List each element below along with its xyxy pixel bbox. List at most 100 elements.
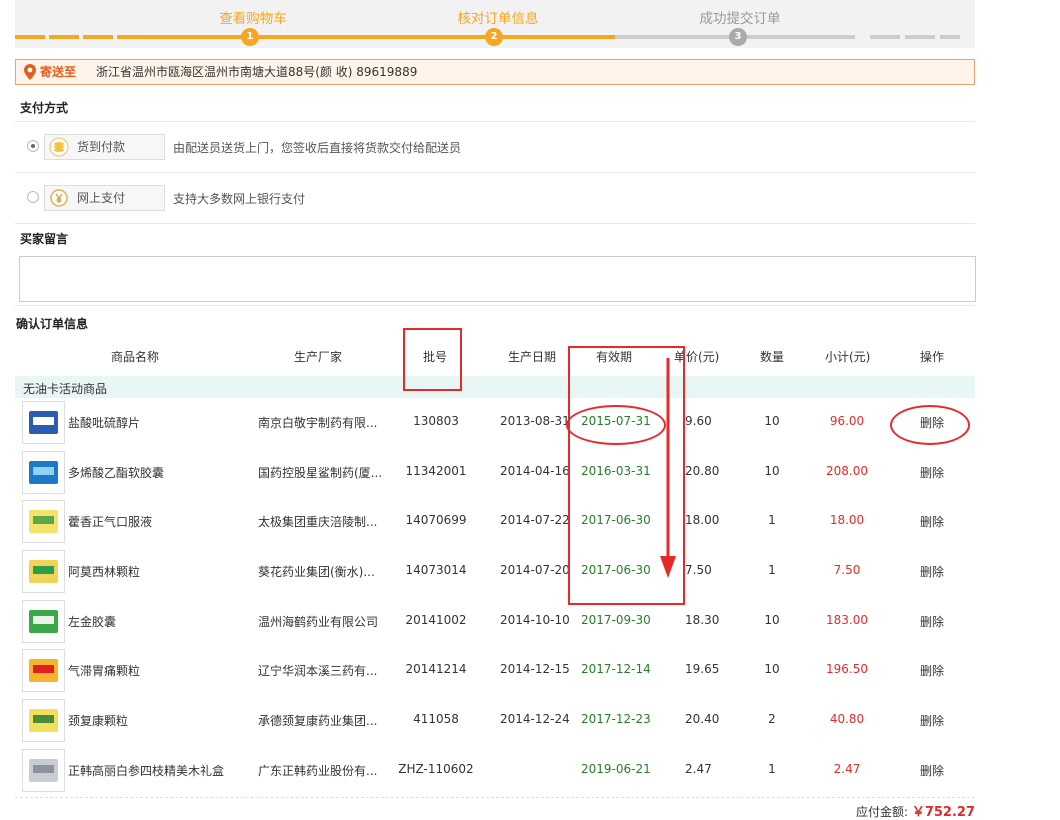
- step-verify-order: 核对订单信息: [457, 11, 539, 27]
- annotation-ellipse-delete: [890, 405, 970, 445]
- product-name[interactable]: 阿莫西林颗粒: [68, 563, 140, 580]
- divider: [15, 121, 975, 122]
- column-header-action: 操作: [920, 350, 945, 364]
- product-batch: 130803: [413, 414, 459, 428]
- product-price: 9.60: [685, 414, 712, 428]
- progress-line-segment: [15, 35, 45, 39]
- product-maker: 南京白敬宇制药有限...: [258, 416, 378, 430]
- product-thumbnail[interactable]: [22, 550, 65, 593]
- product-price: 20.40: [685, 712, 720, 726]
- step-number-2: 2: [485, 28, 503, 46]
- product-mfg-date: 2014-12-24: [500, 712, 570, 726]
- product-thumbnail[interactable]: [22, 600, 65, 643]
- product-expiry: 2017-09-30: [581, 613, 651, 627]
- product-thumbnail[interactable]: [22, 500, 65, 543]
- buyer-message-input[interactable]: [19, 256, 976, 302]
- delete-button[interactable]: 删除: [920, 513, 944, 530]
- product-mfg-date: 2014-07-20: [500, 563, 570, 577]
- product-maker: 太极集团重庆涪陵制...: [258, 515, 378, 529]
- delete-button[interactable]: 删除: [920, 464, 944, 481]
- table-row: 阿莫西林颗粒 葵花药业集团(衡水)... 14073014 2014-07-20 201…: [15, 547, 975, 596]
- product-name[interactable]: 左金胶囊: [68, 613, 116, 630]
- progress-line-done: [117, 35, 615, 39]
- product-qty: 1: [768, 762, 776, 776]
- product-thumbnail[interactable]: [22, 401, 65, 444]
- product-batch: 11342001: [405, 464, 467, 478]
- product-thumbnail[interactable]: [22, 699, 65, 742]
- product-thumbnail[interactable]: [22, 649, 65, 692]
- product-thumbnail[interactable]: [22, 451, 65, 494]
- column-header-mfg-date: 生产日期: [508, 350, 557, 364]
- delete-button[interactable]: 删除: [920, 563, 944, 580]
- step-view-cart[interactable]: 查看购物车: [183, 7, 323, 27]
- location-pin-icon: [24, 64, 36, 88]
- promo-group-bar: 无油卡活动商品: [15, 376, 975, 398]
- product-name[interactable]: 藿香正气口服液: [68, 513, 152, 530]
- total-label: 应付金额:: [855, 805, 908, 819]
- payment-option-desc: 支持大多数网上银行支付: [173, 192, 306, 206]
- coins-icon: [48, 137, 70, 165]
- product-subtotal: 208.00: [826, 464, 868, 478]
- address-label: 寄送至: [40, 65, 77, 79]
- table-row: 气滞胃痛颗粒 辽宁华润本溪三药有... 20141214 2014-12-15 2017…: [15, 646, 975, 695]
- product-price: 7.50: [685, 563, 712, 577]
- product-maker: 承德颈复康药业集团...: [258, 714, 378, 728]
- table-row: 左金胶囊 温州海鹤药业有限公司 20141002 2014-10-10 2017-09-…: [15, 597, 975, 646]
- product-batch: 411058: [413, 712, 459, 726]
- progress-line-segment: [49, 35, 79, 39]
- product-batch: 20141002: [405, 613, 467, 627]
- product-batch: 14073014: [405, 563, 467, 577]
- table-row: 藿香正气口服液 太极集团重庆涪陵制... 14070699 2014-07-22 201…: [15, 497, 975, 546]
- promo-group-label: 无油卡活动商品: [23, 382, 108, 396]
- payment-option-cod[interactable]: 货到付款: [44, 134, 165, 160]
- table-row: 正韩高丽白参四枝精美木礼盒 广东正韩药业股份有... ZHZ-110602 2019-…: [15, 746, 975, 795]
- product-name[interactable]: 盐酸吡硫醇片: [68, 414, 140, 431]
- payment-option-online[interactable]: 网上支付: [44, 185, 165, 211]
- progress-line-segment: [905, 35, 935, 39]
- product-subtotal: 18.00: [829, 513, 865, 527]
- product-maker: 广东正韩药业股份有...: [258, 764, 378, 778]
- divider: [15, 223, 975, 224]
- product-maker: 国药控股星鲨制药(厦...: [258, 466, 383, 480]
- product-price: 18.30: [685, 613, 720, 627]
- delete-button[interactable]: 删除: [920, 712, 944, 729]
- table-row: 多烯酸乙酯软胶囊 国药控股星鲨制药(厦... 11342001 2014-04-16 2…: [15, 448, 975, 497]
- product-name[interactable]: 颈复康颗粒: [68, 712, 128, 729]
- product-qty: 10: [764, 613, 780, 627]
- payment-option-label: 货到付款: [77, 140, 126, 154]
- annotation-ellipse-expiry: [566, 405, 666, 445]
- shipping-address-bar: 寄送至 浙江省温州市瓯海区温州市南塘大道88号(颜 收) 89619889: [15, 59, 975, 85]
- payment-option-desc: 由配送员送货上门，您签收后直接将货款交付给配送员: [173, 141, 462, 155]
- product-maker: 辽宁华润本溪三药有...: [258, 664, 378, 678]
- product-subtotal: 96.00: [829, 414, 865, 428]
- radio-online[interactable]: [27, 191, 39, 203]
- product-expiry: 2017-12-14: [581, 662, 651, 676]
- progress-line-segment: [83, 35, 113, 39]
- buyer-message-title: 买家留言: [20, 232, 69, 246]
- radio-cod[interactable]: [27, 140, 39, 152]
- column-header-name: 商品名称: [111, 350, 160, 364]
- delete-button[interactable]: 删除: [920, 613, 944, 630]
- delete-button[interactable]: 删除: [920, 662, 944, 679]
- product-batch: 20141214: [405, 662, 467, 676]
- product-expiry: 2019-06-21: [581, 762, 651, 776]
- product-thumbnail[interactable]: [22, 749, 65, 792]
- product-expiry: 2017-12-23: [581, 712, 651, 726]
- delete-button[interactable]: 删除: [920, 762, 944, 779]
- product-qty: 10: [764, 464, 780, 478]
- product-price: 18.00: [685, 513, 720, 527]
- step-number-3: 3: [729, 28, 747, 46]
- step-number-1: 1: [241, 28, 259, 46]
- product-name[interactable]: 气滞胃痛颗粒: [68, 662, 140, 679]
- annotation-arrow-down: [660, 358, 676, 578]
- product-price: 19.65: [685, 662, 720, 676]
- product-name[interactable]: 正韩高丽白参四枝精美木礼盒: [68, 762, 224, 779]
- address-text: 浙江省温州市瓯海区温州市南塘大道88号(颜 收) 89619889: [96, 65, 418, 79]
- payment-section-title: 支付方式: [20, 101, 69, 115]
- product-mfg-date: 2014-10-10: [500, 613, 570, 627]
- progress-line-segment: [870, 35, 900, 39]
- product-subtotal: 2.47: [833, 762, 861, 776]
- annotation-box-batch: [403, 328, 462, 391]
- product-name[interactable]: 多烯酸乙酯软胶囊: [68, 464, 164, 481]
- product-subtotal: 196.50: [826, 662, 868, 676]
